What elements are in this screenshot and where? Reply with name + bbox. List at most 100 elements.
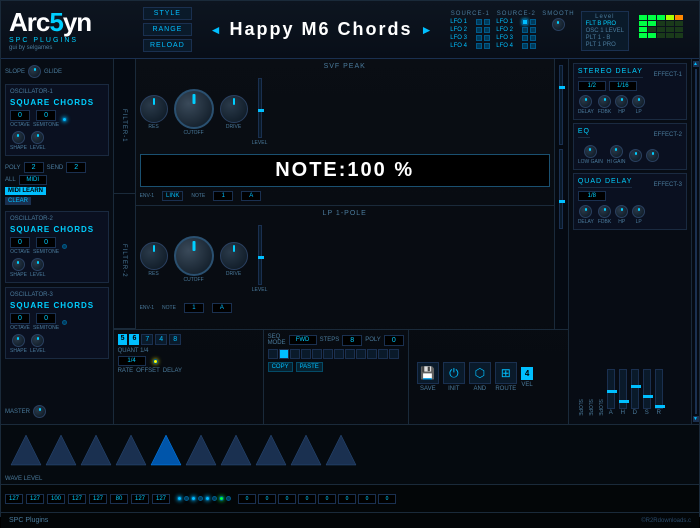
e3-hp-knob[interactable] — [615, 205, 628, 218]
lfo2-led2[interactable] — [484, 27, 490, 33]
master-knob[interactable] — [33, 405, 46, 418]
seq-step-3[interactable] — [290, 349, 300, 359]
lfo1b-led[interactable] — [522, 19, 528, 25]
e2-extra-knob2[interactable] — [646, 149, 659, 162]
f2-res-knob[interactable] — [140, 242, 168, 270]
route-action[interactable]: ⊞ ROUTE — [495, 362, 517, 392]
osc1-level-knob[interactable] — [31, 131, 44, 144]
d-slider[interactable] — [631, 369, 639, 409]
lfo-item-4[interactable]: 4 — [155, 334, 167, 345]
osc3-shape-knob[interactable] — [12, 334, 25, 347]
seq-step-5[interactable] — [312, 349, 322, 359]
seq-step-4[interactable] — [301, 349, 311, 359]
filter1-tag[interactable]: FILTER-1 — [114, 59, 135, 194]
osc2-shape-knob[interactable] — [12, 258, 25, 271]
f2-cutoff-knob[interactable] — [174, 236, 214, 276]
env-slide-1[interactable] — [559, 65, 563, 145]
env-slide-2[interactable] — [559, 149, 563, 229]
lfo2b-led2[interactable] — [530, 27, 536, 33]
lfo-item-5[interactable]: 5 — [118, 334, 128, 345]
seq-step-1[interactable] — [268, 349, 278, 359]
lfo2-led[interactable] — [476, 27, 482, 33]
glide-knob[interactable] — [28, 65, 41, 78]
lfo-led[interactable] — [153, 359, 158, 364]
h-slider[interactable] — [619, 369, 627, 409]
lfo4-led[interactable] — [476, 43, 482, 49]
lfo3b-led2[interactable] — [530, 35, 536, 41]
seq-step-12[interactable] — [389, 349, 399, 359]
lfo3-led[interactable] — [476, 35, 482, 41]
indicator-2[interactable] — [184, 496, 189, 501]
smooth-knob[interactable] — [552, 18, 565, 31]
e3-delay-knob[interactable] — [579, 205, 592, 218]
lfo1-led2[interactable] — [484, 19, 490, 25]
osc1-shape-knob[interactable] — [12, 131, 25, 144]
indicator-6[interactable] — [212, 496, 217, 501]
f1-env-track[interactable] — [258, 78, 262, 138]
e3-sub1[interactable]: 1/8 — [578, 191, 606, 201]
and-action[interactable]: ⬡ AND — [469, 362, 491, 392]
lfo4b-led2[interactable] — [530, 43, 536, 49]
lfo-item-7[interactable]: 7 — [141, 334, 153, 345]
clear-button[interactable]: CLEAR — [5, 197, 31, 205]
lfo-item-8[interactable]: 8 — [169, 334, 181, 345]
f1-res-knob[interactable] — [140, 95, 168, 123]
s-slider[interactable] — [643, 369, 651, 409]
osc2-led[interactable] — [62, 244, 67, 249]
lfo4-led2[interactable] — [484, 43, 490, 49]
lfo3b-led[interactable] — [522, 35, 528, 41]
seq-step-6[interactable] — [323, 349, 333, 359]
lfo1-led[interactable] — [476, 19, 482, 25]
e3-fdbk-knob[interactable] — [598, 205, 611, 218]
e1-delay-knob[interactable] — [579, 95, 592, 108]
paste-button[interactable]: PASTE — [296, 362, 323, 372]
reload-button[interactable]: RELOAD — [143, 39, 192, 52]
e2-lowgain-knob[interactable] — [584, 145, 597, 158]
osc3-level-knob[interactable] — [31, 334, 44, 347]
lfo4b-led[interactable] — [522, 43, 528, 49]
seq-step-8[interactable] — [345, 349, 355, 359]
seq-step-9[interactable] — [356, 349, 366, 359]
indicator-5[interactable] — [205, 496, 210, 501]
seq-step-2[interactable] — [279, 349, 289, 359]
filter2-tag[interactable]: FILTER-2 — [114, 194, 135, 329]
f1-link-button[interactable]: LINK — [162, 191, 183, 201]
e3-lp-knob[interactable] — [632, 205, 645, 218]
scroll-track[interactable] — [695, 69, 697, 414]
r-slider[interactable] — [655, 369, 663, 409]
copy-button[interactable]: COPY — [268, 362, 293, 372]
scroll-down-button[interactable]: ▼ — [693, 416, 699, 422]
range-button[interactable]: RANGE — [143, 23, 192, 36]
e1-hp-knob[interactable] — [615, 95, 628, 108]
midi-learn-button[interactable]: MIDI LEARN — [5, 187, 46, 195]
osc3-led[interactable] — [62, 320, 67, 325]
lfo1b-led2[interactable] — [530, 19, 536, 25]
indicator-8[interactable] — [226, 496, 231, 501]
midi-mode-select[interactable]: MIDI — [19, 175, 47, 185]
lfo2b-led[interactable] — [522, 27, 528, 33]
indicator-1[interactable] — [177, 496, 182, 501]
e1-sub2[interactable]: 1/16 — [609, 81, 637, 91]
osc2-level-knob[interactable] — [31, 258, 44, 271]
a-slider[interactable] — [607, 369, 615, 409]
f1-drive-knob[interactable] — [220, 95, 248, 123]
lfo-val-select[interactable]: 1/4 — [118, 356, 146, 366]
f2-env-track[interactable] — [258, 225, 262, 285]
seq-step-10[interactable] — [367, 349, 377, 359]
scroll-up-button[interactable]: ▲ — [693, 61, 699, 67]
e1-lp-knob[interactable] — [632, 95, 645, 108]
indicator-3[interactable] — [191, 496, 196, 501]
style-button[interactable]: STYLE — [143, 7, 192, 20]
save-action[interactable]: 💾 SAVE — [417, 362, 439, 392]
osc1-led[interactable] — [62, 117, 67, 122]
e1-sub1[interactable]: 1/2 — [578, 81, 606, 91]
seq-step-7[interactable] — [334, 349, 344, 359]
init-action[interactable]: ⏻ INIT — [443, 362, 465, 392]
indicator-4[interactable] — [198, 496, 203, 501]
lfo-item-6[interactable]: 6 — [129, 334, 139, 345]
next-preset-button[interactable]: ► — [413, 23, 441, 37]
e1-fdbk-knob[interactable] — [598, 95, 611, 108]
f1-cutoff-knob[interactable] — [174, 89, 214, 129]
e2-extra-knob[interactable] — [629, 149, 642, 162]
prev-preset-button[interactable]: ◄ — [202, 23, 230, 37]
